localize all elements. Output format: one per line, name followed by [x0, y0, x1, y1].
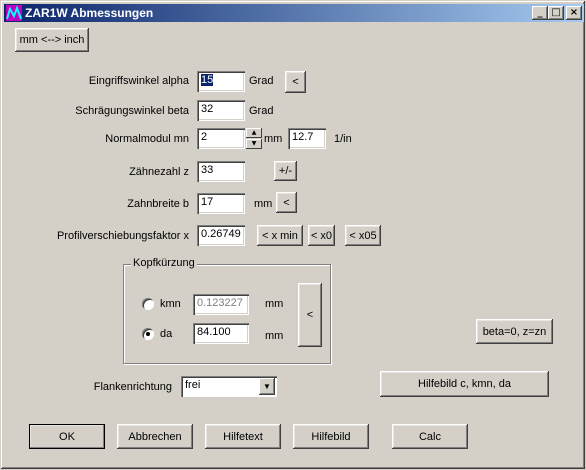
schraegungswinkel-unit: Grad [249, 105, 274, 117]
normalmodul-unit: mm [264, 133, 283, 145]
eingriffswinkel-apply-button[interactable]: < [285, 71, 306, 93]
x05-button[interactable]: < x05 [345, 225, 381, 246]
spin-down-icon[interactable]: ▼ [246, 139, 262, 149]
eingriffswinkel-input[interactable]: 15 [197, 71, 245, 92]
ok-button[interactable]: OK [29, 424, 105, 449]
beta-zero-button[interactable]: beta=0, z=zn [476, 319, 553, 344]
zahnbreite-apply-button[interactable]: < [276, 192, 297, 213]
abbrechen-button[interactable]: Abbrechen [117, 424, 193, 449]
calc-button[interactable]: Calc [392, 424, 468, 449]
zahnbreite-input[interactable]: 17 [197, 193, 245, 214]
kmn-radio[interactable] [142, 298, 154, 310]
minimize-button[interactable]: _ [532, 6, 548, 20]
hilfetext-button[interactable]: Hilfetext [205, 424, 281, 449]
zaehnezahl-sign-button[interactable]: +/- [274, 161, 297, 181]
app-icon [6, 5, 22, 21]
profilverschiebung-label: Profilverschiebungsfaktor x [56, 230, 189, 242]
profilverschiebung-input[interactable]: 0.26749 [197, 225, 245, 246]
da-label: da [160, 328, 173, 340]
eingriffswinkel-unit: Grad [249, 75, 274, 87]
maximize-button[interactable]: □ [548, 6, 564, 20]
flankenrichtung-select[interactable]: frei ▼ [181, 376, 277, 397]
x-min-button[interactable]: < x min [257, 225, 303, 246]
dialog-window: ZAR1W Abmessungen _ □ × mm <--> inch Ein… [0, 0, 586, 470]
kmn-label: kmn [160, 298, 181, 310]
normalmodul-inch-unit: 1/in [334, 133, 352, 145]
window-title: ZAR1W Abmessungen [25, 6, 154, 20]
close-button[interactable]: × [566, 6, 582, 20]
flankenrichtung-value: frei [185, 379, 201, 391]
zahnbreite-label: Zahnbreite b [127, 198, 189, 210]
normalmodul-spinner[interactable]: ▲ ▼ [246, 128, 262, 149]
zahnbreite-unit: mm [254, 198, 273, 210]
normalmodul-inch-input[interactable]: 12.7 [288, 128, 326, 149]
normalmodul-input[interactable]: 2 [197, 128, 245, 149]
flankenrichtung-label: Flankenrichtung [93, 381, 172, 393]
schraegungswinkel-input[interactable]: 32 [197, 100, 245, 121]
kopfkuerzung-apply-button[interactable]: < [298, 283, 322, 347]
hilfebild-ckmn-button[interactable]: Hilfebild c, kmn, da [380, 371, 549, 397]
kmn-input[interactable]: 0.123227 [193, 294, 249, 315]
zaehnezahl-input[interactable]: 33 [197, 161, 245, 182]
da-input[interactable]: 84.100 [193, 323, 249, 344]
zaehnezahl-label: Zähnezahl z [129, 166, 189, 178]
chevron-down-icon[interactable]: ▼ [259, 378, 275, 395]
spin-up-icon[interactable]: ▲ [246, 128, 262, 138]
schraegungswinkel-label: Schrägungswinkel beta [75, 105, 189, 117]
eingriffswinkel-label: Eingriffswinkel alpha [88, 75, 189, 87]
kmn-unit: mm [265, 298, 284, 310]
unit-toggle-button[interactable]: mm <--> inch [15, 28, 89, 52]
kopfkuerzung-title: Kopfkürzung [131, 257, 197, 269]
da-unit: mm [265, 330, 284, 342]
da-radio[interactable] [142, 328, 154, 340]
normalmodul-label: Normalmodul mn [105, 133, 189, 145]
hilfebild-button[interactable]: Hilfebild [293, 424, 369, 449]
title-bar[interactable]: ZAR1W Abmessungen _ □ × [4, 4, 584, 22]
x0-button[interactable]: < x0 [308, 225, 335, 246]
